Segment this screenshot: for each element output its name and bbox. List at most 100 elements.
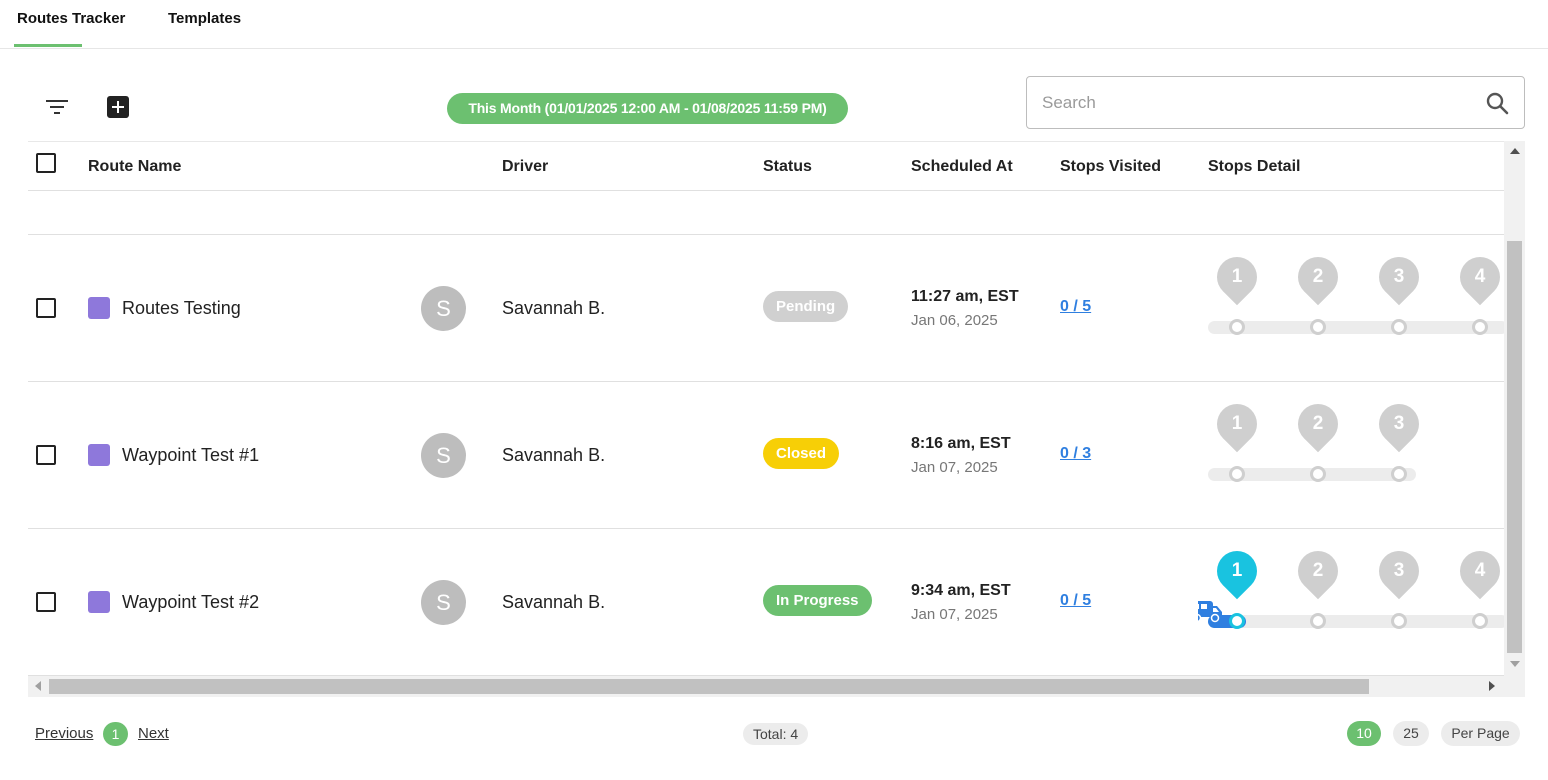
table-spacer-row <box>28 191 1504 235</box>
scheduled-date: Jan 07, 2025 <box>911 606 998 623</box>
scheduled-time: 11:27 am, EST <box>911 288 1019 305</box>
stops-detail: 1 2 3 <box>1198 402 1504 512</box>
stops-track <box>1208 321 1504 334</box>
scheduled-time: 8:16 am, EST <box>911 435 1011 452</box>
stops-track <box>1208 615 1504 628</box>
horizontal-scroll-thumb[interactable] <box>49 679 1369 694</box>
header-driver[interactable]: Driver <box>502 158 548 176</box>
stop-marker-icon[interactable]: 4 <box>1451 549 1504 603</box>
stop-dot <box>1391 466 1407 482</box>
tab-templates[interactable]: Templates <box>168 10 241 27</box>
scheduled-time: 9:34 am, EST <box>911 582 1011 599</box>
header-scheduled-at[interactable]: Scheduled At <box>911 158 1013 176</box>
select-all-checkbox[interactable] <box>36 153 56 173</box>
stop-number: 3 <box>1393 413 1405 434</box>
avatar: S <box>421 433 466 478</box>
filter-icon[interactable] <box>44 95 72 119</box>
stop-marker-icon[interactable]: 2 <box>1289 549 1347 603</box>
route-color-swatch <box>88 591 110 613</box>
route-name[interactable]: Waypoint Test #1 <box>122 445 259 466</box>
stop-number: 4 <box>1474 560 1486 581</box>
stop-marker-icon[interactable]: 3 <box>1370 255 1428 309</box>
per-page-25-button[interactable]: 25 <box>1393 721 1429 746</box>
avatar: S <box>421 580 466 625</box>
stop-number: 2 <box>1312 413 1324 434</box>
table-row[interactable]: Routes Testing S Savannah B. Pending 11:… <box>28 235 1504 382</box>
stop-number: 2 <box>1312 560 1324 581</box>
header-stops-detail[interactable]: Stops Detail <box>1208 158 1300 176</box>
vertical-scroll-thumb[interactable] <box>1507 241 1522 653</box>
stops-detail: 1 2 3 4 <box>1198 255 1504 365</box>
stop-marker-icon[interactable]: 3 <box>1370 402 1428 456</box>
stop-dot <box>1391 319 1407 335</box>
stop-marker-icon[interactable]: 2 <box>1289 255 1347 309</box>
add-icon[interactable] <box>107 96 129 118</box>
stop-marker-icon[interactable]: 2 <box>1289 402 1347 456</box>
per-page-label: Per Page <box>1441 721 1520 746</box>
scroll-up-arrow-icon[interactable] <box>1510 148 1520 154</box>
tab-routes-tracker[interactable]: Routes Tracker <box>13 10 125 47</box>
scroll-right-arrow-icon[interactable] <box>1489 681 1495 691</box>
stop-marker-icon[interactable]: 1 <box>1208 402 1266 456</box>
stop-dot <box>1472 613 1488 629</box>
stops-detail: 1 2 3 4 <box>1198 549 1504 659</box>
table-row[interactable]: Waypoint Test #2 S Savannah B. In Progre… <box>28 529 1504 676</box>
horizontal-scrollbar[interactable] <box>28 676 1525 697</box>
stops-visited-link[interactable]: 0 / 5 <box>1060 592 1091 610</box>
stop-dot <box>1472 319 1488 335</box>
stop-dot <box>1310 466 1326 482</box>
status-badge: Pending <box>763 291 849 322</box>
scheduled-date: Jan 07, 2025 <box>911 459 998 476</box>
scroll-left-arrow-icon[interactable] <box>35 681 41 691</box>
search-box <box>1026 76 1525 129</box>
stop-dot <box>1229 613 1245 629</box>
driver-name: Savannah B. <box>502 445 606 465</box>
stop-marker-icon[interactable]: 1 <box>1208 255 1266 309</box>
tab-bar: Routes Tracker Templates <box>0 0 1548 49</box>
route-name[interactable]: Routes Testing <box>122 298 241 319</box>
stop-dot <box>1310 319 1326 335</box>
total-count-badge: Total: 4 <box>743 723 809 745</box>
header-route-name[interactable]: Route Name <box>88 158 181 176</box>
header-status[interactable]: Status <box>763 158 812 176</box>
stop-marker-icon[interactable]: 4 <box>1451 255 1504 309</box>
driver-name: Savannah B. <box>502 592 606 612</box>
search-input[interactable] <box>1042 87 1462 119</box>
stop-marker-icon[interactable]: 3 <box>1370 549 1428 603</box>
row-checkbox[interactable] <box>36 298 56 318</box>
next-page-link[interactable]: Next <box>138 725 169 742</box>
vertical-scrollbar[interactable] <box>1504 141 1525 676</box>
avatar: S <box>421 286 466 331</box>
previous-page-link[interactable]: Previous <box>35 725 93 742</box>
stop-dot <box>1310 613 1326 629</box>
stops-visited-link[interactable]: 0 / 5 <box>1060 298 1091 316</box>
routes-table: Route Name Driver Status Scheduled At St… <box>28 141 1525 697</box>
status-badge: Closed <box>763 438 840 469</box>
scheduled-date: Jan 06, 2025 <box>911 312 998 329</box>
header-stops-visited[interactable]: Stops Visited <box>1060 158 1161 176</box>
route-name[interactable]: Waypoint Test #2 <box>122 592 259 613</box>
stop-number: 3 <box>1393 560 1405 581</box>
date-range-filter[interactable]: This Month (01/01/2025 12:00 AM - 01/08/… <box>447 93 848 124</box>
stop-number: 1 <box>1231 413 1243 434</box>
scroll-down-arrow-icon[interactable] <box>1510 661 1520 667</box>
search-icon[interactable] <box>1485 91 1509 115</box>
stops-visited-link[interactable]: 0 / 3 <box>1060 445 1091 463</box>
stop-number: 1 <box>1231 266 1243 287</box>
row-checkbox[interactable] <box>36 445 56 465</box>
stop-number: 2 <box>1312 266 1324 287</box>
driver-name: Savannah B. <box>502 298 606 318</box>
route-color-swatch <box>88 444 110 466</box>
table-header: Route Name Driver Status Scheduled At St… <box>28 141 1504 191</box>
route-color-swatch <box>88 297 110 319</box>
stop-number: 1 <box>1231 560 1243 581</box>
stop-marker-icon[interactable]: 1 <box>1208 549 1266 603</box>
stop-dot <box>1229 466 1245 482</box>
table-row[interactable]: Waypoint Test #1 S Savannah B. Closed 8:… <box>28 382 1504 529</box>
row-checkbox[interactable] <box>36 592 56 612</box>
stop-dot <box>1391 613 1407 629</box>
per-page-10-button[interactable]: 10 <box>1347 721 1381 746</box>
stop-number: 4 <box>1474 266 1486 287</box>
page-number-1[interactable]: 1 <box>103 722 128 746</box>
stop-dot <box>1229 319 1245 335</box>
